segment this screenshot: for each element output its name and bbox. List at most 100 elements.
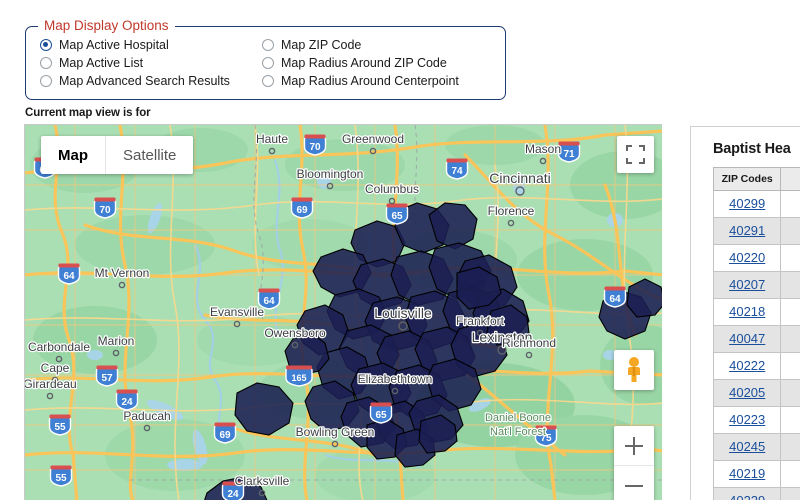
- count-cell: [780, 433, 800, 461]
- radio-indicator-icon: [262, 57, 274, 69]
- interstate-shield-icon: 69: [290, 197, 314, 219]
- count-cell: [780, 271, 800, 299]
- map-city-label: Bloomington: [297, 167, 364, 181]
- interstate-shield-number: 65: [391, 211, 403, 222]
- zip-code-cell: 40220: [712, 244, 782, 272]
- zip-code-cell: 40299: [712, 190, 782, 218]
- count-cell: [780, 190, 800, 218]
- interstate-shield-number: 70: [309, 142, 321, 153]
- zip-code-link[interactable]: 40245: [729, 439, 765, 454]
- map-city-label: Cape: [41, 361, 70, 375]
- interstate-shield-icon: 24: [115, 389, 139, 411]
- map-city-label: Clarksville: [235, 474, 290, 488]
- zip-code-cell: 40222: [712, 352, 782, 380]
- count-cell: [780, 460, 800, 488]
- map-type-control[interactable]: Map Satellite: [41, 136, 194, 174]
- zoom-controls[interactable]: [614, 426, 654, 500]
- map-viewport[interactable]: 707165747069656464645716524656955755524 …: [24, 124, 662, 500]
- zip-code-link[interactable]: 40223: [729, 412, 765, 427]
- radio-label: Map Active Hospital: [59, 38, 169, 52]
- map-city-label: Greenwood: [342, 132, 404, 146]
- pegman-icon[interactable]: [614, 350, 654, 390]
- interstate-shield-number: 55: [54, 422, 66, 433]
- zip-code-link[interactable]: 40205: [729, 385, 765, 400]
- map-park-label-line1: Daniel Boone: [485, 412, 551, 424]
- column-header-count: # o: [780, 167, 800, 191]
- map-city-label: Owensboro: [264, 326, 326, 340]
- map-city-label: Mason: [525, 142, 561, 156]
- radio-map-active-list[interactable]: Map Active List: [40, 54, 230, 72]
- map-city-label: Evansville: [210, 305, 264, 319]
- zip-code-link[interactable]: 40229: [729, 493, 765, 500]
- interstate-shield-number: 74: [451, 166, 463, 177]
- interstate-shield-number: 64: [263, 296, 275, 307]
- zip-code-link[interactable]: 40220: [729, 250, 765, 265]
- map-display-options-panel: Map Display Options Map Active Hospital …: [25, 18, 506, 100]
- interstate-shield-icon: 55: [49, 465, 73, 487]
- map-type-satellite-button[interactable]: Satellite: [106, 136, 193, 174]
- count-cell: [780, 244, 800, 272]
- zoom-out-button[interactable]: [614, 466, 654, 500]
- zip-code-cell: 40229: [712, 487, 782, 500]
- interstate-shield-number: 24: [121, 397, 133, 408]
- radio-map-active-hospital[interactable]: Map Active Hospital: [40, 36, 230, 54]
- table-row: 40229: [712, 487, 800, 500]
- interstate-shield-icon: 70: [93, 197, 117, 219]
- zip-code-link[interactable]: 40299: [729, 196, 765, 211]
- zip-code-cell: 40047: [712, 325, 782, 353]
- radio-map-zip-code[interactable]: Map ZIP Code: [262, 36, 459, 54]
- interstate-shield-number: 57: [101, 373, 113, 384]
- map-park-label-line2: Nat'l Forest: [490, 426, 546, 438]
- zip-code-link[interactable]: 40291: [729, 223, 765, 238]
- table-row: 40219: [712, 460, 800, 488]
- interstate-shield-icon: 64: [57, 263, 81, 285]
- count-cell: [780, 298, 800, 326]
- map-city-label: Carbondale: [28, 340, 90, 354]
- interstate-shield-number: 70: [99, 205, 111, 216]
- radio-map-radius-around-zip-code[interactable]: Map Radius Around ZIP Code: [262, 54, 459, 72]
- map-type-map-button[interactable]: Map: [41, 136, 106, 174]
- zip-code-link[interactable]: 40222: [729, 358, 765, 373]
- zip-code-link[interactable]: 40207: [729, 277, 765, 292]
- table-row: 40047: [712, 325, 800, 353]
- count-cell: [780, 487, 800, 500]
- table-row: 40223: [712, 406, 800, 434]
- zip-code-link[interactable]: 40047: [729, 331, 765, 346]
- radio-group-left: Map Active Hospital Map Active List Map …: [40, 36, 230, 90]
- map-canvas[interactable]: 707165747069656464645716524656955755524 …: [25, 125, 662, 500]
- plus-icon-vertical: [632, 437, 636, 455]
- map-city-label: Mt Vernon: [95, 266, 150, 280]
- column-header-zip-codes: ZIP Codes: [712, 167, 782, 191]
- zoom-in-button[interactable]: [614, 426, 654, 466]
- table-row: 40205: [712, 379, 800, 407]
- radio-indicator-icon: [40, 39, 52, 51]
- interstate-shield-icon: 71: [557, 141, 581, 163]
- radio-map-radius-around-centerpoint[interactable]: Map Radius Around Centerpoint: [262, 72, 459, 90]
- map-city-label: Columbus: [365, 182, 419, 196]
- map-city-label: Girardeau: [25, 377, 77, 391]
- zip-codes-table: ZIP Codes # o 40299 40291 40220 40207 40218 4…: [712, 167, 800, 500]
- table-row: 40222: [712, 352, 800, 380]
- count-cell: [780, 406, 800, 434]
- map-city-label: Paducah: [123, 409, 170, 423]
- zip-code-cell: 40223: [712, 406, 782, 434]
- radio-indicator-icon: [262, 39, 274, 51]
- panel-title: Baptist Hea: [713, 141, 791, 157]
- fullscreen-icon[interactable]: [617, 136, 654, 173]
- table-row: 40291: [712, 217, 800, 245]
- table-row: 40245: [712, 433, 800, 461]
- minus-icon: [625, 485, 643, 488]
- radio-label: Map ZIP Code: [281, 38, 362, 52]
- radio-indicator-icon: [40, 75, 52, 87]
- zip-code-cell: 40207: [712, 271, 782, 299]
- zip-code-link[interactable]: 40219: [729, 466, 765, 481]
- interstate-shield-icon: 64: [603, 286, 627, 308]
- interstate-shield-icon: 70: [303, 134, 327, 156]
- map-city-label: Richmond: [502, 336, 556, 350]
- table-row: 40218: [712, 298, 800, 326]
- zip-code-link[interactable]: 40218: [729, 304, 765, 319]
- radio-map-advanced-search-results[interactable]: Map Advanced Search Results: [40, 72, 230, 90]
- interstate-shield-number: 24: [227, 489, 239, 500]
- interstate-shield-icon: 74: [445, 158, 469, 180]
- radio-label: Map Active List: [59, 56, 144, 70]
